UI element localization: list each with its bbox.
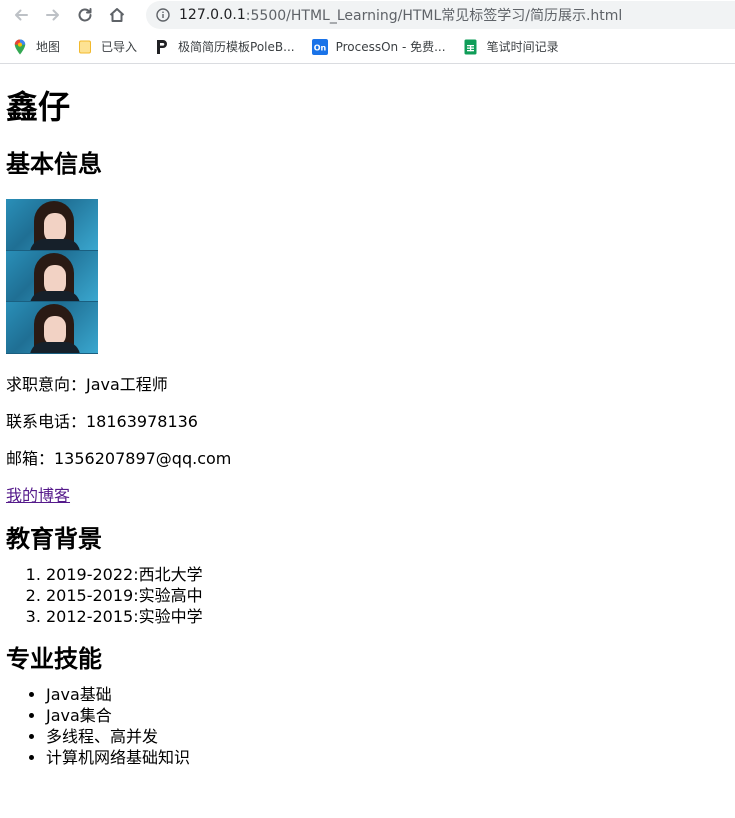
forward-button[interactable] (40, 2, 66, 28)
education-item: 2019-2022:西北大学 (46, 564, 729, 585)
back-button[interactable] (8, 2, 34, 28)
reload-button[interactable] (72, 2, 98, 28)
bookmark-label: 已导入 (101, 40, 138, 54)
bookmark-label: 极简简历模板PoleB... (178, 40, 295, 54)
resume-page: 鑫仔 基本信息 求职意向：Java工程师 联系电话：18163978136 邮箱… (0, 85, 735, 768)
job-objective: 求职意向：Java工程师 (6, 375, 168, 394)
skill-item: Java基础 (46, 684, 729, 705)
education-item: 2012-2015:实验中学 (46, 606, 729, 627)
url-path: :5500/HTML_Learning/HTML常见标签学习/简历展示.html (245, 8, 623, 24)
site-info-icon[interactable] (156, 8, 170, 22)
home-button[interactable] (104, 2, 130, 28)
blog-link[interactable]: 我的博客 (6, 485, 70, 507)
sheets-icon (463, 39, 479, 55)
maps-pin-icon (12, 39, 28, 55)
back-arrow-icon (15, 9, 28, 21)
url-host: 127.0.0.1 (179, 7, 246, 23)
skills-list: Java基础 Java集合 多线程、高并发 计算机网络基础知识 (6, 684, 729, 768)
svg-text:On: On (313, 43, 326, 52)
bookmark-label: 笔试时间记录 (486, 40, 559, 54)
skill-item: 多线程、高并发 (46, 726, 729, 747)
address-bar[interactable]: 127.0.0.1:5500/HTML_Learning/HTML常见标签学习/… (146, 1, 735, 29)
profile-photo (6, 199, 98, 355)
processon-icon: On (311, 38, 328, 55)
bookmark-polebrief[interactable]: 极简简历模板PoleB... (154, 38, 295, 55)
basic-info-heading: 基本信息 (6, 150, 102, 178)
skill-item: 计算机网络基础知识 (46, 747, 729, 768)
reload-icon (78, 8, 92, 22)
folder-icon (77, 39, 93, 55)
bookmark-label: 地图 (36, 40, 61, 54)
bookmark-maps[interactable]: 地图 (12, 38, 60, 55)
education-list: 2019-2022:西北大学 2015-2019:实验高中 2012-2015:… (6, 564, 729, 627)
contact-email: 邮箱：1356207897@qq.com (6, 449, 232, 468)
bookmark-processon[interactable]: On ProcessOn - 免费... (311, 38, 446, 55)
resume-name: 鑫仔 (6, 88, 71, 126)
education-heading: 教育背景 (6, 525, 102, 553)
browser-toolbar: 127.0.0.1:5500/HTML_Learning/HTML常见标签学习/… (0, 0, 735, 30)
education-item: 2015-2019:实验高中 (46, 585, 729, 606)
bookmark-label: ProcessOn - 免费... (335, 40, 446, 54)
home-icon (109, 8, 125, 22)
bookmark-imported-folder[interactable]: 已导入 (77, 38, 137, 55)
skill-item: Java集合 (46, 705, 729, 726)
forward-arrow-icon (46, 9, 59, 21)
contact-phone: 联系电话：18163978136 (6, 412, 198, 431)
bookmarks-bar: 地图 已导入 极简简历模板PoleB... On ProcessOn - 免费.… (0, 30, 735, 64)
polebrief-icon (154, 39, 170, 55)
skills-heading: 专业技能 (6, 645, 102, 673)
bookmark-exam-schedule[interactable]: 笔试时间记录 (463, 38, 559, 55)
